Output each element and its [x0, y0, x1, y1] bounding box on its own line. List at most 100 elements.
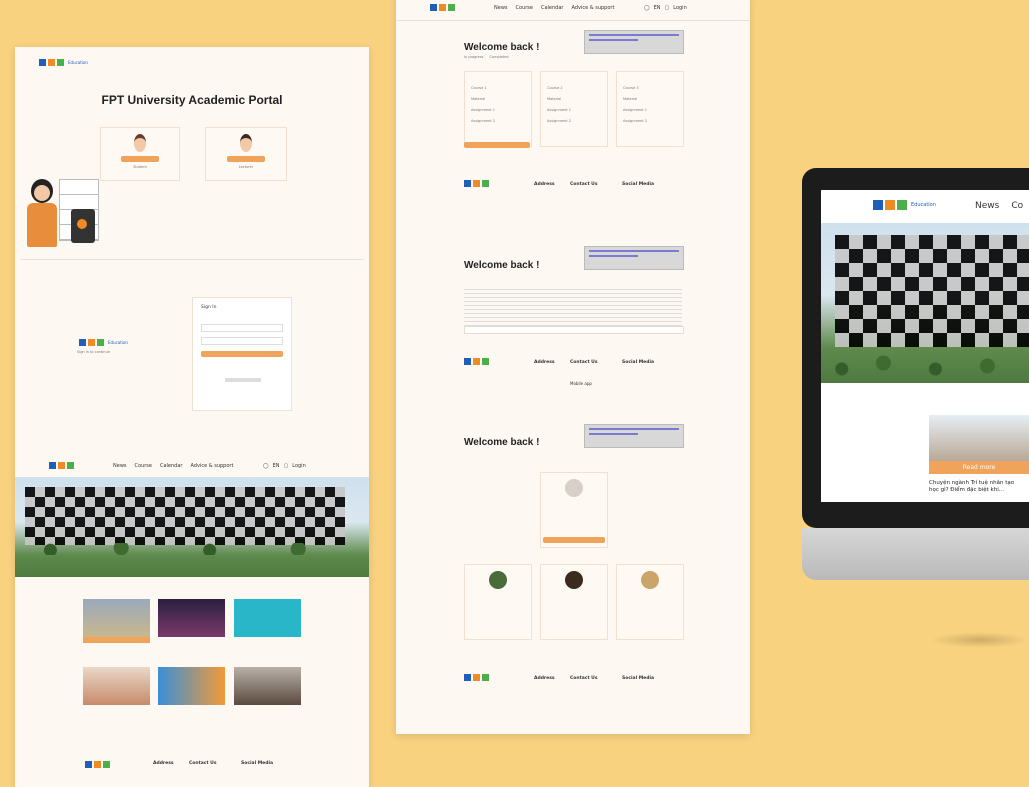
news-thumb[interactable]: [83, 599, 150, 643]
lecturer-button[interactable]: [227, 156, 265, 162]
avatar: [489, 571, 507, 589]
password-input[interactable]: [201, 337, 283, 345]
nav-calendar[interactable]: Calendar: [541, 5, 563, 11]
course-item[interactable]: Assignment 2: [623, 119, 647, 124]
student-card[interactable]: Student: [100, 127, 180, 181]
globe-icon[interactable]: ◯: [263, 463, 269, 469]
globe-icon[interactable]: ◯: [644, 5, 650, 11]
footer-contact: Contact Us: [570, 676, 598, 681]
header-nav: News Course Calendar Advice & support: [113, 463, 233, 469]
fpt-logo[interactable]: Education: [39, 59, 88, 66]
tab-in-progress[interactable]: In progress: [464, 55, 483, 60]
member-card[interactable]: [540, 564, 608, 640]
student-button[interactable]: [121, 156, 159, 162]
nav-calendar[interactable]: Calendar: [160, 463, 182, 469]
course-card[interactable]: Course 3 Material Assignment 1 Assignmen…: [616, 71, 684, 147]
mobile-app-label: Mobile app: [570, 381, 592, 386]
signin-panel: Sign In: [192, 297, 292, 411]
news-caption: Chuyện ngành Trí tuệ nhân tạo học gì? Đi…: [929, 480, 1015, 493]
view-more-button[interactable]: [464, 142, 530, 148]
course-item[interactable]: Assignment 2: [547, 119, 571, 124]
signin-title: Sign In: [201, 305, 217, 310]
lecturer-label: Lecturer: [238, 165, 254, 169]
course-item[interactable]: Assignment 1: [547, 108, 571, 113]
mid-header-right: ◯ EN ▢ Login: [644, 5, 687, 11]
avatar: [641, 571, 659, 589]
mid-header-logo[interactable]: [430, 4, 455, 11]
nav-news[interactable]: News: [975, 201, 999, 211]
nav-course[interactable]: Co: [1011, 201, 1023, 211]
member-card[interactable]: [616, 564, 684, 640]
notification-box: [584, 30, 684, 54]
course-item[interactable]: Assignment 1: [623, 108, 647, 113]
notification-box: [584, 424, 684, 448]
comment-input[interactable]: [464, 326, 684, 334]
welcome-heading: Welcome back !: [464, 42, 540, 53]
news-thumb[interactable]: [83, 667, 150, 705]
signin-button[interactable]: [201, 351, 283, 357]
course-item[interactable]: Course 2: [547, 86, 563, 91]
profile-card: [540, 472, 608, 548]
lang-switch[interactable]: EN: [654, 5, 661, 11]
news-card-image[interactable]: [929, 415, 1029, 461]
course-item[interactable]: Course 3: [623, 86, 639, 91]
read-more-button[interactable]: Read more: [929, 461, 1029, 474]
nav-advice[interactable]: Advice & support: [571, 5, 614, 11]
login-logo: Education: [79, 339, 128, 346]
news-thumb[interactable]: [234, 667, 301, 705]
desktop-monitor-mockup: Education News Co Read more Chuyện ngành…: [802, 168, 1029, 580]
mid-footer-logo: [464, 180, 489, 187]
monitor-screen: Education News Co Read more Chuyện ngành…: [821, 190, 1029, 502]
course-item[interactable]: Assignment 2: [471, 119, 495, 124]
welcome-heading: Welcome back !: [464, 260, 540, 271]
course-item[interactable]: Course 1: [471, 86, 487, 91]
news-thumb[interactable]: [234, 599, 301, 637]
google-signin-link[interactable]: [225, 378, 261, 382]
user-icon[interactable]: ▢: [665, 5, 670, 11]
nav-news[interactable]: News: [494, 5, 508, 11]
header-logo[interactable]: [49, 462, 74, 469]
footer-address: Address: [153, 761, 174, 766]
course-card[interactable]: Course 1 Material Assignment 1 Assignmen…: [464, 71, 532, 147]
footer-contact: Contact Us: [189, 761, 217, 766]
footer-address: Address: [534, 676, 555, 681]
lecturer-card[interactable]: Lecturer: [205, 127, 287, 181]
footer-address: Address: [534, 182, 555, 187]
avatar: [565, 479, 583, 497]
mid-footer-logo: [464, 674, 489, 681]
mid-header: News Course Calendar Advice & support ◯ …: [396, 0, 750, 21]
news-thumb[interactable]: [158, 599, 225, 637]
monitor-stand-shadow: [930, 632, 1029, 648]
mid-header-nav: News Course Calendar Advice & support: [494, 5, 614, 11]
middle-page-mockup: News Course Calendar Advice & support ◯ …: [396, 0, 750, 734]
course-item[interactable]: Material: [547, 97, 561, 102]
monitor-logo[interactable]: Education: [873, 200, 936, 210]
teacher-illustration: [19, 179, 99, 254]
course-item[interactable]: Material: [471, 97, 485, 102]
footer-contact: Contact Us: [570, 182, 598, 187]
student-label: Student: [133, 165, 147, 169]
member-card[interactable]: [464, 564, 532, 640]
nav-course[interactable]: Course: [516, 5, 533, 11]
course-card[interactable]: Course 2 Material Assignment 1 Assignmen…: [540, 71, 608, 147]
footer-social: Social Media: [622, 182, 655, 187]
monitor-hero-image: [821, 223, 1029, 383]
login-link[interactable]: Login: [292, 463, 306, 469]
monitor-chin: [802, 528, 1029, 580]
nav-news[interactable]: News: [113, 463, 127, 469]
profile-button[interactable]: [543, 537, 605, 543]
username-input[interactable]: [201, 324, 283, 332]
lang-switch[interactable]: EN: [273, 463, 280, 469]
course-item[interactable]: Material: [623, 97, 637, 102]
user-icon[interactable]: ▢: [284, 463, 289, 469]
course-item[interactable]: Assignment 1: [471, 108, 495, 113]
tab-completed[interactable]: Completed: [489, 55, 508, 60]
monitor-nav: News Co: [975, 201, 1023, 211]
course-content-area: [464, 286, 682, 326]
nav-course[interactable]: Course: [135, 463, 152, 469]
news-thumb[interactable]: [158, 667, 225, 705]
page-title: FPT University Academic Portal: [101, 93, 283, 107]
nav-advice[interactable]: Advice & support: [190, 463, 233, 469]
campus-hero-image: [15, 477, 369, 577]
login-link[interactable]: Login: [673, 5, 687, 11]
